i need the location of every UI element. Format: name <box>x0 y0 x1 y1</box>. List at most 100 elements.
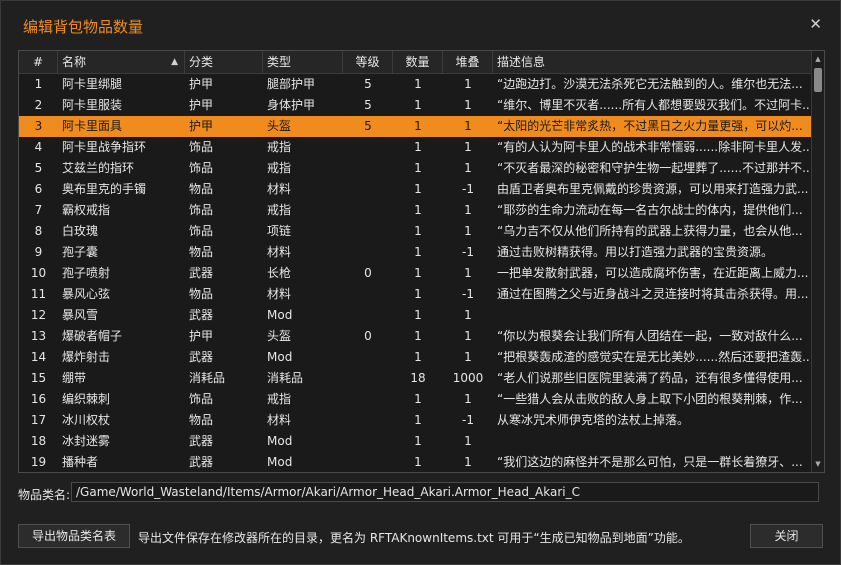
cell-level <box>343 305 393 326</box>
table-row[interactable]: 12 暴风雪 武器 Mod 1 1 <box>19 305 811 326</box>
table-row[interactable]: 6 奥布里克的手镯 物品 材料 1 -1 由盾卫者奥布里克佩戴的珍贵资源，可以用来打造强力武… <box>19 179 811 200</box>
cell-type: Mod <box>267 308 293 322</box>
table-row[interactable]: 9 孢子囊 物品 材料 1 -1 通过击败树精获得。用以打造强力武器的宝贵资源。 <box>19 242 811 263</box>
cell-quantity[interactable]: 1 <box>393 263 443 284</box>
cell-name: 暴风心弦 <box>62 287 111 301</box>
items-table: # 名称 ▲ 分类 类型 等级 数量 堆叠 描述信息 1 阿卡里绑腿 护甲 腿部护甲 5 1… <box>18 50 825 473</box>
cell-category: 武器 <box>189 308 214 322</box>
cell-stack: 1 <box>464 266 472 280</box>
cell-stack: -1 <box>462 245 474 259</box>
table-row[interactable]: 4 阿卡里战争指环 饰品 戒指 1 1 “有的人认为阿卡里人的战术非常懦弱......除非阿… <box>19 137 811 158</box>
cell-index: 2 <box>34 98 43 112</box>
cell-level: 0 <box>364 329 372 343</box>
cell-quantity[interactable]: 1 <box>393 284 443 305</box>
table-row[interactable]: 8 白玫瑰 饰品 项链 1 1 “乌力吉不仅从他们所持有的武器上获得力量，也会从他... <box>19 221 811 242</box>
col-header-name-label: 名称 <box>62 55 87 69</box>
col-header-quantity[interactable]: 数量 <box>393 51 443 73</box>
table-row[interactable]: 18 冰封迷雾 武器 Mod 1 1 <box>19 431 811 452</box>
table-row[interactable]: 19 播种者 武器 Mod 1 1 “我们这边的麻怪并不是那么可怕，只是一群长着獠牙、... <box>19 452 811 472</box>
cell-quantity[interactable]: 1 <box>393 137 443 158</box>
close-icon[interactable]: ✕ <box>809 15 822 33</box>
cell-level: 5 <box>364 77 372 91</box>
cell-level <box>343 137 393 158</box>
cell-quantity[interactable]: 1 <box>393 305 443 326</box>
cell-stack: 1 <box>464 203 472 217</box>
cell-quantity[interactable]: 1 <box>393 326 443 347</box>
cell-index: 7 <box>34 203 43 217</box>
cell-quantity[interactable]: 1 <box>393 74 443 95</box>
table-row[interactable]: 11 暴风心弦 物品 材料 1 -1 通过在图腾之父与近身战斗之灵连接时将其击杀获得。用..… <box>19 284 811 305</box>
cell-level <box>343 452 393 472</box>
table-row[interactable]: 3 阿卡里面具 护甲 头盔 5 1 1 “太阳的光芒非常炙热，不过黑日之火力量更强，可以灼..… <box>19 116 811 137</box>
table-row[interactable]: 10 孢子喷射 武器 长枪 0 1 1 一把单发散射武器，可以造成腐坏伤害，在近距离上威力..… <box>19 263 811 284</box>
col-header-category[interactable]: 分类 <box>185 51 263 73</box>
cell-index: 16 <box>30 392 47 406</box>
table-row[interactable]: 7 霸权戒指 饰品 戒指 1 1 “耶莎的生命力流动在每一名古尔战士的体内，提供他们... <box>19 200 811 221</box>
cell-category: 护甲 <box>189 119 214 133</box>
cell-category: 护甲 <box>189 77 214 91</box>
cell-type: 消耗品 <box>267 371 304 385</box>
cell-description: “不灭者最深的秘密和守护生物一起埋葬了......不过那并不... <box>497 161 811 175</box>
cell-description: “太阳的光芒非常炙热，不过黑日之火力量更强，可以灼... <box>497 119 803 133</box>
col-header-stack[interactable]: 堆叠 <box>443 51 493 73</box>
dialog-window: 编辑背包物品数量 ✕ # 名称 ▲ 分类 类型 等级 数量 堆叠 描述信息 1 阿卡… <box>0 0 841 565</box>
cell-type: 腿部护甲 <box>267 77 316 91</box>
cell-quantity[interactable]: 1 <box>393 179 443 200</box>
cell-quantity[interactable]: 1 <box>393 158 443 179</box>
cell-quantity[interactable]: 1 <box>393 200 443 221</box>
cell-type: 戒指 <box>267 203 292 217</box>
cell-quantity[interactable]: 1 <box>393 116 443 137</box>
col-header-level[interactable]: 等级 <box>343 51 393 73</box>
cell-type: 长枪 <box>267 266 292 280</box>
class-name-label: 物品类名: <box>18 488 71 502</box>
cell-description: “乌力吉不仅从他们所持有的武器上获得力量，也会从他... <box>497 224 803 238</box>
scroll-down-icon[interactable]: ▼ <box>812 458 824 470</box>
export-class-list-button[interactable]: 导出物品类名表 <box>18 524 130 548</box>
table-row[interactable]: 5 艾兹兰的指环 饰品 戒指 1 1 “不灭者最深的秘密和守护生物一起埋葬了......不过… <box>19 158 811 179</box>
cell-quantity[interactable]: 18 <box>393 368 443 389</box>
table-row[interactable]: 2 阿卡里服装 护甲 身体护甲 5 1 1 “维尔、博里不灭者......所有人都想要毁灭我们… <box>19 95 811 116</box>
col-header-name[interactable]: 名称 ▲ <box>58 51 185 73</box>
cell-quantity[interactable]: 1 <box>393 431 443 452</box>
col-header-description[interactable]: 描述信息 <box>493 51 811 73</box>
cell-level <box>343 368 393 389</box>
table-row[interactable]: 14 爆炸射击 武器 Mod 1 1 “把根葵轰成渣的感觉实在是无比美妙......然后还要… <box>19 347 811 368</box>
close-button[interactable]: 关闭 <box>750 524 823 548</box>
col-header-type[interactable]: 类型 <box>263 51 343 73</box>
cell-quantity[interactable]: 1 <box>393 221 443 242</box>
cell-quantity[interactable]: 1 <box>393 452 443 472</box>
class-name-field[interactable] <box>71 482 819 502</box>
cell-description: “有的人认为阿卡里人的战术非常懦弱......除非阿卡里人发... <box>497 140 811 154</box>
cell-quantity[interactable]: 1 <box>393 242 443 263</box>
cell-index: 3 <box>34 119 43 133</box>
cell-category: 护甲 <box>189 98 214 112</box>
cell-stack: 1 <box>464 455 472 469</box>
cell-description <box>493 305 811 326</box>
table-row[interactable]: 17 冰川权杖 物品 材料 1 -1 从寒冰咒术师伊克塔的法杖上掉落。 <box>19 410 811 431</box>
table-row[interactable]: 15 绷带 消耗品 消耗品 18 1000 “老人们说那些旧医院里装满了药品，还有很多懂得使… <box>19 368 811 389</box>
cell-index: 6 <box>34 182 43 196</box>
cell-category: 物品 <box>189 413 214 427</box>
table-row[interactable]: 16 编织棘刺 饰品 戒指 1 1 “一些猎人会从击败的敌人身上取下小团的根葵荆棘，作... <box>19 389 811 410</box>
cell-index: 19 <box>30 455 47 469</box>
cell-name: 阿卡里服装 <box>62 98 123 112</box>
cell-type: 材料 <box>267 287 292 301</box>
cell-quantity[interactable]: 1 <box>393 410 443 431</box>
scroll-thumb[interactable] <box>814 68 822 92</box>
cell-description: 一把单发散射武器，可以造成腐坏伤害，在近距离上威力... <box>497 266 809 280</box>
cell-stack: 1 <box>464 350 472 364</box>
sort-ascending-icon: ▲ <box>171 57 178 67</box>
scroll-up-icon[interactable]: ▲ <box>812 53 824 65</box>
cell-quantity[interactable]: 1 <box>393 95 443 116</box>
vertical-scrollbar[interactable]: ▲ ▼ <box>811 51 824 472</box>
table-row[interactable]: 1 阿卡里绑腿 护甲 腿部护甲 5 1 1 “边跑边打。沙漠无法杀死它无法触到的人。维尔也无法… <box>19 74 811 95</box>
col-header-index[interactable]: # <box>19 51 58 73</box>
cell-description: “我们这边的麻怪并不是那么可怕，只是一群长着獠牙、... <box>497 455 803 469</box>
cell-level <box>343 410 393 431</box>
table-row[interactable]: 13 爆破者帽子 护甲 头盔 0 1 1 “你以为根葵会让我们所有人团结在一起，一致对敌什么.… <box>19 326 811 347</box>
cell-description: 由盾卫者奥布里克佩戴的珍贵资源，可以用来打造强力武... <box>497 182 809 196</box>
cell-quantity[interactable]: 1 <box>393 389 443 410</box>
cell-quantity[interactable]: 1 <box>393 347 443 368</box>
cell-level <box>343 242 393 263</box>
cell-stack: 1 <box>464 140 472 154</box>
